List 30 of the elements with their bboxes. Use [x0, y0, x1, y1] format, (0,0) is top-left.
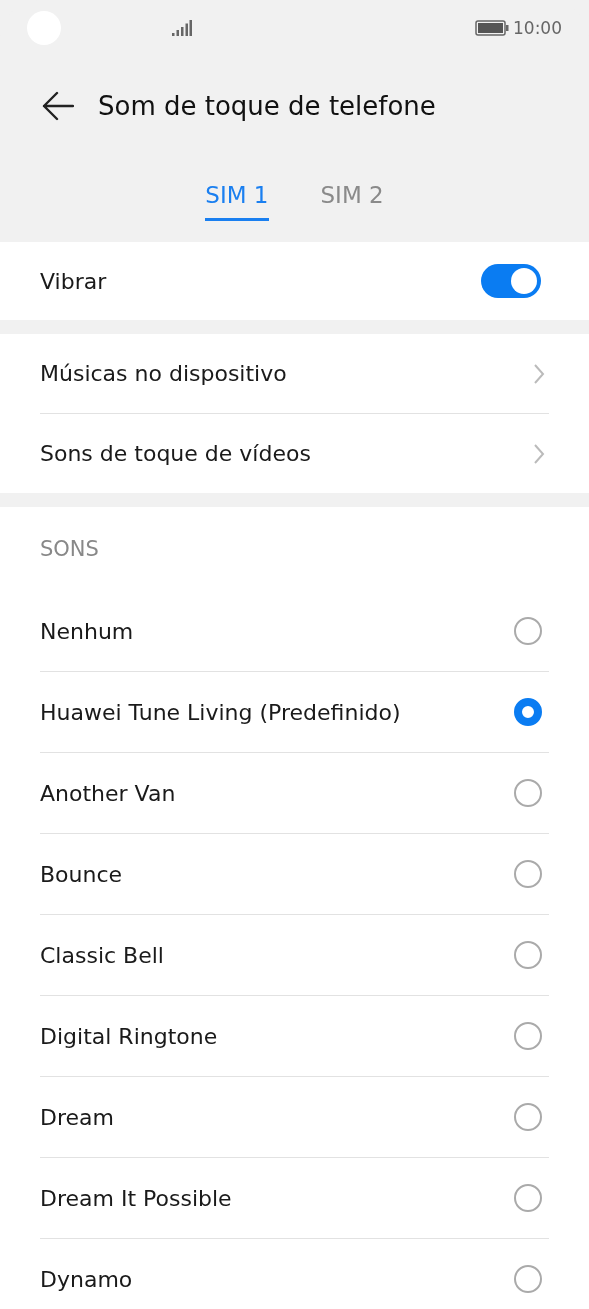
- page-title: Som de toque de telefone: [98, 91, 436, 121]
- radio-button[interactable]: [514, 617, 542, 645]
- ringtone-label: Bounce: [40, 861, 123, 887]
- radio-button[interactable]: [514, 698, 542, 726]
- menu-item[interactable]: Sons de toque de vídeos: [40, 413, 549, 493]
- radio-button[interactable]: [514, 1103, 542, 1131]
- section-heading: SONS: [40, 536, 100, 563]
- battery-icon: [475, 20, 509, 36]
- back-button[interactable]: [42, 91, 74, 121]
- ringtone-label: Nenhum: [40, 618, 134, 644]
- ringtone-label: Digital Ringtone: [40, 1023, 218, 1049]
- ringtone-label: Dynamo: [40, 1266, 133, 1292]
- ringtone-label: Huawei Tune Living (Predefinido): [40, 699, 401, 725]
- radio-button[interactable]: [514, 860, 542, 888]
- status-time: 10:00: [513, 18, 562, 38]
- ringtone-label: Dream It Possible: [40, 1185, 232, 1211]
- chevron-icon: [533, 362, 545, 385]
- ringtone-label: Dream: [40, 1104, 114, 1130]
- ringtone-label: Another Van: [40, 780, 176, 806]
- menu-item[interactable]: Músicas no dispositivo: [40, 334, 549, 413]
- chevron-icon: [533, 442, 545, 465]
- ringtone-label: Classic Bell: [40, 942, 164, 968]
- signal-icon: [172, 20, 192, 36]
- radio-button[interactable]: [514, 1022, 542, 1050]
- vibrate-label: Vibrar: [40, 268, 107, 294]
- radio-button[interactable]: [514, 779, 542, 807]
- radio-button[interactable]: [514, 941, 542, 969]
- radio-button[interactable]: [514, 1184, 542, 1212]
- vibrate-switch[interactable]: [481, 264, 541, 298]
- radio-button[interactable]: [514, 1265, 542, 1293]
